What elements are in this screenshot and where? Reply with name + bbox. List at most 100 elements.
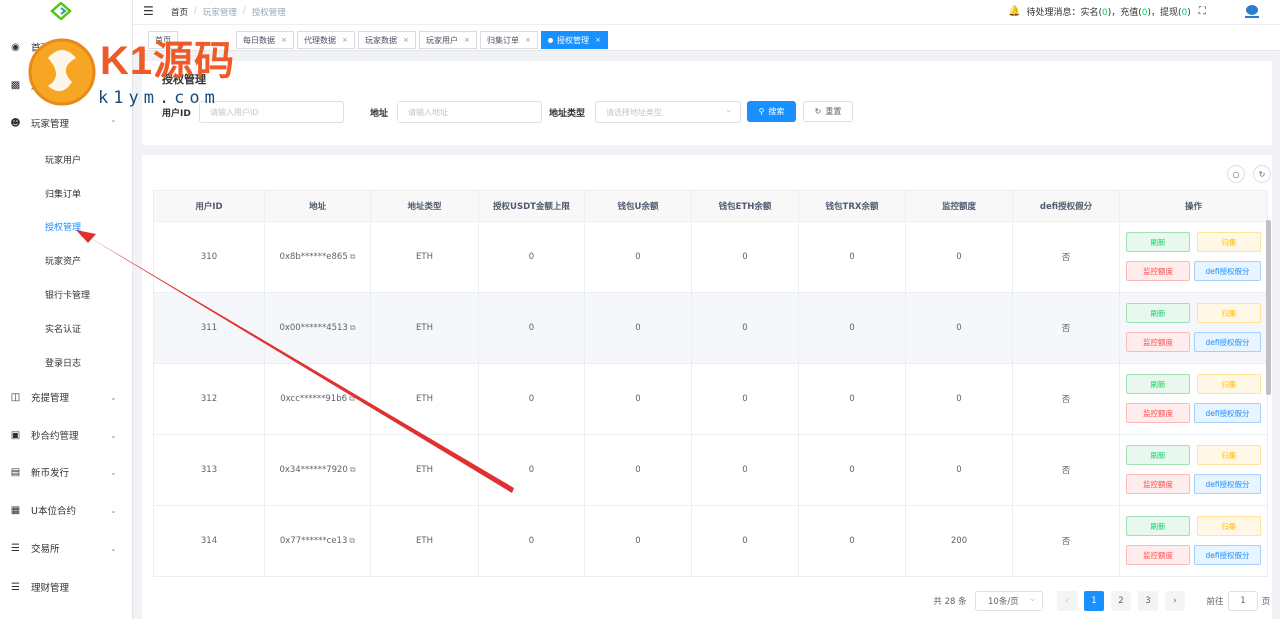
copy-icon[interactable]: ⧉ bbox=[349, 394, 355, 403]
avatar[interactable] bbox=[1241, 3, 1263, 20]
cell-user-id: 314 bbox=[153, 505, 265, 577]
page-size-select[interactable]: 10条/页 ⌄ bbox=[975, 591, 1043, 611]
cell-usdt-limit: 0 bbox=[478, 505, 585, 577]
menu-new-coin[interactable]: ▤ 新币发行 ⌄ bbox=[0, 457, 132, 487]
notice-text: 充值( bbox=[1120, 8, 1142, 18]
table-row: 310 0x8b******e865 ⧉ ETH 0 0 0 0 0 否 刷新 归… bbox=[153, 221, 1268, 293]
close-icon[interactable]: × bbox=[342, 36, 348, 44]
refresh-button[interactable]: 刷新 bbox=[1126, 232, 1190, 252]
submenu-auth-management[interactable]: 授权管理 bbox=[45, 220, 81, 233]
submenu-player-assets[interactable]: 玩家资产 bbox=[45, 254, 81, 267]
active-dot-icon bbox=[548, 37, 553, 43]
submenu-login-log[interactable]: 登录日志 bbox=[45, 356, 81, 369]
address-text: 0x34******7920 bbox=[279, 465, 348, 475]
copy-icon[interactable]: ⧉ bbox=[350, 252, 356, 261]
collect-button[interactable]: 归集 bbox=[1197, 232, 1261, 252]
prev-page-button[interactable]: ‹ bbox=[1057, 591, 1077, 611]
monitor-quota-button[interactable]: 监控额度 bbox=[1126, 474, 1190, 494]
tag-collect-orders[interactable]: 归集订单 × bbox=[480, 31, 538, 49]
refresh-button[interactable]: 刷新 bbox=[1126, 445, 1190, 465]
menu-u-contract[interactable]: ▦ U本位合约 ⌄ bbox=[0, 495, 132, 525]
tag-agent-data[interactable]: 代理数据 × bbox=[297, 31, 355, 49]
page-button-3[interactable]: 3 bbox=[1138, 591, 1158, 611]
refresh-table-button[interactable]: ↻ bbox=[1253, 165, 1271, 183]
collect-button[interactable]: 归集 bbox=[1197, 303, 1261, 323]
col-trx-balance: 钱包TRX余额 bbox=[798, 190, 906, 222]
collect-button[interactable]: 归集 bbox=[1197, 445, 1261, 465]
table-scrollbar[interactable] bbox=[1266, 220, 1271, 395]
bell-icon[interactable]: 🔔 bbox=[1008, 6, 1020, 17]
submenu-real-name[interactable]: 实名认证 bbox=[45, 322, 81, 335]
reset-button[interactable]: ↻ 重置 bbox=[803, 101, 853, 122]
app-logo-icon bbox=[50, 2, 72, 20]
tag-daily-data[interactable]: 每日数据 × bbox=[236, 31, 294, 49]
copy-icon[interactable]: ⧉ bbox=[350, 323, 356, 332]
menu-second-contract[interactable]: ▣ 秒合约管理 ⌄ bbox=[0, 420, 132, 450]
cell-trx-balance: 0 bbox=[798, 434, 906, 506]
cell-address: 0x8b******e865 ⧉ bbox=[264, 221, 371, 293]
page-button-1[interactable]: 1 bbox=[1084, 591, 1104, 611]
goto-page-input[interactable]: 1 bbox=[1228, 591, 1258, 611]
collect-button[interactable]: 归集 bbox=[1197, 516, 1261, 536]
cell-u-balance: 0 bbox=[584, 292, 692, 364]
col-defi-fake: defi授权假分 bbox=[1012, 190, 1120, 222]
copy-icon[interactable]: ⧉ bbox=[350, 465, 356, 474]
defi-fake-button[interactable]: defi授权假分 bbox=[1194, 474, 1261, 494]
close-icon[interactable]: × bbox=[281, 36, 287, 44]
close-icon[interactable]: × bbox=[525, 36, 531, 44]
cell-address: 0x77******ce13 ⧉ bbox=[264, 505, 371, 577]
menu-exchange[interactable]: ☰ 交易所 ⌄ bbox=[0, 533, 132, 563]
cell-trx-balance: 0 bbox=[798, 292, 906, 364]
menu-deposit-withdraw[interactable]: ◫ 充提管理 ⌄ bbox=[0, 382, 132, 412]
cell-u-balance: 0 bbox=[584, 221, 692, 293]
close-icon[interactable]: × bbox=[403, 36, 409, 44]
fullscreen-icon[interactable]: ⛶ bbox=[1199, 6, 1206, 17]
cell-address-type: ETH bbox=[370, 292, 479, 364]
notice-deposit[interactable]: 充值(0)， bbox=[1120, 5, 1160, 18]
menu-finance[interactable]: ☰ 理财管理 bbox=[0, 572, 132, 602]
notice-realname[interactable]: 实名(0)， bbox=[1080, 5, 1120, 18]
submenu-collect-orders[interactable]: 归集订单 bbox=[45, 187, 81, 200]
address-type-select[interactable]: 请选择地址类型 ⌄ bbox=[595, 101, 741, 123]
tag-player-data[interactable]: 玩家数据 × bbox=[358, 31, 416, 49]
col-address: 地址 bbox=[264, 190, 371, 222]
table-row: 314 0x77******ce13 ⧉ ETH 0 0 0 0 200 否 刷新… bbox=[153, 505, 1268, 577]
monitor-quota-button[interactable]: 监控额度 bbox=[1126, 261, 1190, 281]
refresh-button[interactable]: 刷新 bbox=[1126, 374, 1190, 394]
menu-label: 新币发行 bbox=[31, 468, 70, 479]
monitor-quota-button[interactable]: 监控额度 bbox=[1126, 332, 1190, 352]
close-icon[interactable]: × bbox=[464, 36, 470, 44]
breadcrumb-player-mgmt[interactable]: 玩家管理 bbox=[203, 6, 237, 18]
defi-fake-button[interactable]: defi授权假分 bbox=[1194, 261, 1261, 281]
refresh-button[interactable]: 刷新 bbox=[1126, 516, 1190, 536]
tag-player-users[interactable]: 玩家用户 × bbox=[419, 31, 477, 49]
address-text: 0x8b******e865 bbox=[279, 252, 348, 262]
toggle-search-button[interactable]: ○ bbox=[1227, 165, 1245, 183]
cell-eth-balance: 0 bbox=[691, 221, 799, 293]
cell-monitor-quota: 0 bbox=[905, 434, 1013, 506]
defi-fake-button[interactable]: defi授权假分 bbox=[1194, 545, 1261, 565]
monitor-quota-button[interactable]: 监控额度 bbox=[1126, 403, 1190, 423]
address-input[interactable]: 请输入地址 bbox=[397, 101, 542, 123]
tag-label: 玩家用户 bbox=[426, 35, 458, 45]
submenu-player-users[interactable]: 玩家用户 bbox=[45, 153, 81, 166]
defi-fake-button[interactable]: defi授权假分 bbox=[1194, 332, 1261, 352]
next-page-button[interactable]: › bbox=[1165, 591, 1185, 611]
breadcrumb-home[interactable]: 首页 bbox=[171, 6, 188, 18]
search-button[interactable]: ⚲ 搜索 bbox=[747, 101, 796, 122]
copy-icon[interactable]: ⧉ bbox=[349, 536, 355, 545]
col-address-type: 地址类型 bbox=[370, 190, 479, 222]
chevron-down-icon: ⌄ bbox=[110, 543, 117, 553]
watermark-small-text: k1ym.com bbox=[98, 88, 220, 108]
tag-auth-management[interactable]: 授权管理 × bbox=[541, 31, 608, 49]
collect-button[interactable]: 归集 bbox=[1197, 374, 1261, 394]
defi-fake-button[interactable]: defi授权假分 bbox=[1194, 403, 1261, 423]
cell-u-balance: 0 bbox=[584, 363, 692, 435]
notice-withdraw[interactable]: 提现(0) bbox=[1160, 5, 1191, 18]
monitor-quota-button[interactable]: 监控额度 bbox=[1126, 545, 1190, 565]
hamburger-icon[interactable]: ☰ bbox=[143, 4, 154, 18]
page-button-2[interactable]: 2 bbox=[1111, 591, 1131, 611]
submenu-bank-cards[interactable]: 银行卡管理 bbox=[45, 288, 90, 301]
close-icon[interactable]: × bbox=[595, 36, 601, 44]
refresh-button[interactable]: 刷新 bbox=[1126, 303, 1190, 323]
